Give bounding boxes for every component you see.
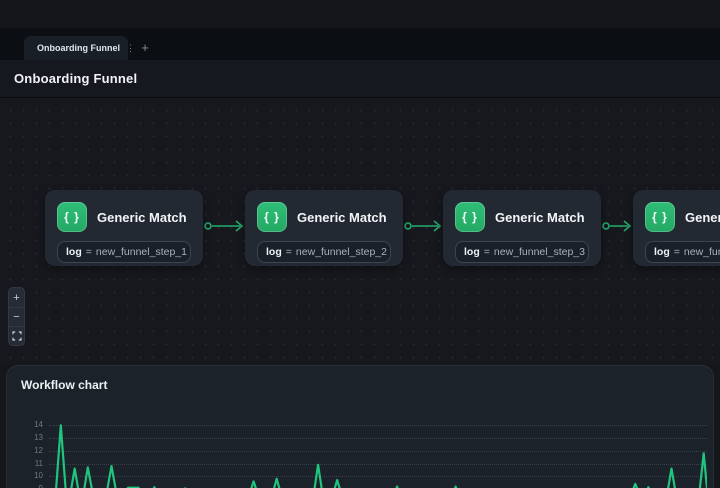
node-title: Generic Match (495, 210, 585, 225)
tab-onboarding-funnel[interactable]: Onboarding Funnel ⋮ (24, 36, 128, 60)
param-value: new_funnel_step_2 (296, 246, 387, 258)
param-value: new_funnel_step_3 (494, 246, 585, 258)
y-tick-label: 10 (34, 472, 43, 480)
node-generic-match-4[interactable]: { } Generic Match log = new_funnel_step_… (633, 190, 720, 266)
node-param-pill: log = new_funnel_step_2 (257, 241, 391, 263)
y-tick-label: 13 (34, 434, 43, 442)
braces-icon: { } (645, 202, 675, 232)
fit-view-button[interactable] (9, 326, 24, 345)
tab-label: Onboarding Funnel (37, 43, 120, 53)
zoom-in-button[interactable]: + (9, 288, 24, 307)
zoom-controls: + − (8, 287, 25, 346)
workflow-chart-card: Workflow chart 14131211109 (6, 365, 714, 488)
y-tick-label: 12 (34, 447, 43, 455)
braces-icon: { } (455, 202, 485, 232)
chart-y-axis: 14131211109 (25, 419, 43, 488)
node-title: Generic Match (297, 210, 387, 225)
param-op: = (86, 246, 92, 258)
y-tick-label: 11 (35, 460, 43, 468)
chart-plot (49, 419, 707, 488)
node-param-pill: log = new_funnel_step_4 (645, 241, 720, 263)
param-value: new_funnel_step_4 (684, 246, 720, 258)
node-header: { } Generic Match (257, 202, 391, 232)
app-window: Onboarding Funnel ⋮ + Onboarding Funnel (0, 0, 720, 488)
braces-icon: { } (257, 202, 287, 232)
param-value: new_funnel_step_1 (96, 246, 187, 258)
node-generic-match-2[interactable]: { } Generic Match log = new_funnel_step_… (245, 190, 403, 266)
param-op: = (484, 246, 490, 258)
param-op: = (674, 246, 680, 258)
page-title: Onboarding Funnel (14, 71, 137, 86)
param-op: = (286, 246, 292, 258)
workflow-canvas[interactable]: { } Generic Match log = new_funnel_step_… (0, 98, 720, 365)
node-header: { } Generic Match (645, 202, 720, 232)
param-key: log (66, 246, 82, 258)
tab-bar: Onboarding Funnel ⋮ + (0, 28, 720, 60)
chart-area: 14131211109 (7, 419, 713, 488)
param-key: log (654, 246, 670, 258)
param-key: log (464, 246, 480, 258)
node-header: { } Generic Match (57, 202, 191, 232)
braces-icon: { } (57, 202, 87, 232)
param-key: log (266, 246, 282, 258)
chart-title: Workflow chart (21, 378, 107, 392)
node-param-pill: log = new_funnel_step_3 (455, 241, 589, 263)
node-title: Generic Match (685, 210, 720, 225)
node-title: Generic Match (97, 210, 187, 225)
fit-view-icon (12, 331, 22, 341)
chart-line (49, 419, 707, 488)
tab-kebab-menu-icon[interactable]: ⋮ (126, 43, 135, 54)
zoom-out-button[interactable]: − (9, 307, 24, 326)
new-tab-button[interactable]: + (136, 39, 154, 57)
page-header: Onboarding Funnel (0, 60, 720, 98)
node-generic-match-3[interactable]: { } Generic Match log = new_funnel_step_… (443, 190, 601, 266)
node-header: { } Generic Match (455, 202, 589, 232)
y-tick-label: 14 (34, 421, 43, 429)
node-generic-match-1[interactable]: { } Generic Match log = new_funnel_step_… (45, 190, 203, 266)
node-param-pill: log = new_funnel_step_1 (57, 241, 191, 263)
